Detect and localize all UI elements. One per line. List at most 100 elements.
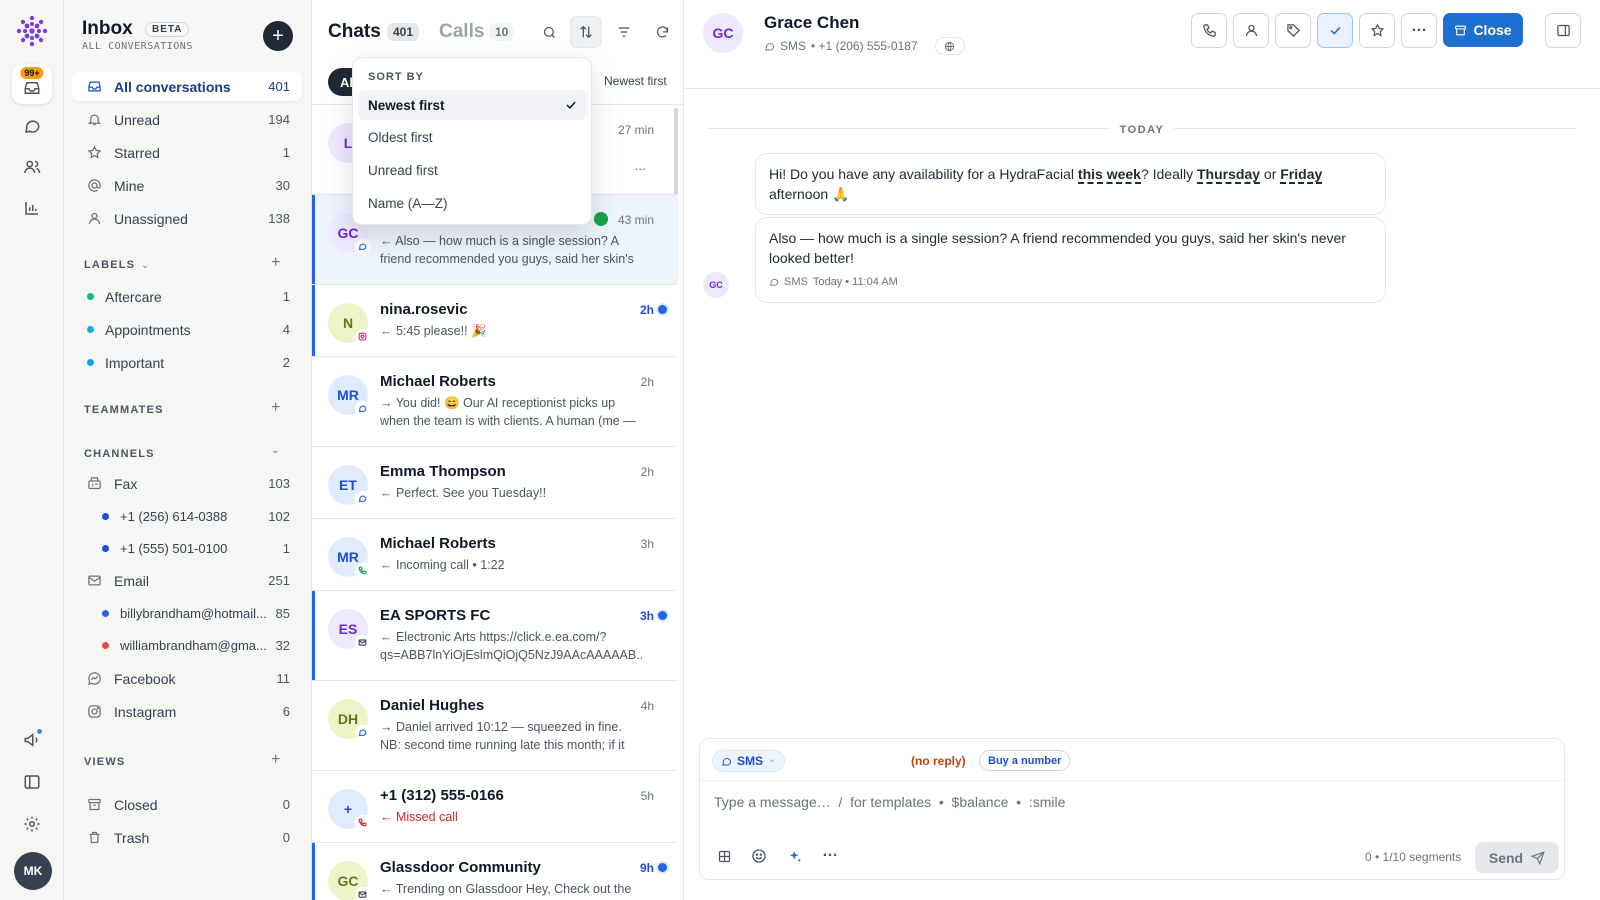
label-button[interactable] xyxy=(1275,13,1311,48)
sidebar-item-email-account[interactable]: williambrandham@gma... 32 xyxy=(72,631,302,660)
conversation-pane: GC Grace Chen SMS • +1 (206) 555-0187 … … xyxy=(684,0,1600,900)
more-tools-button[interactable]: … xyxy=(816,842,844,870)
rail-chats-button[interactable] xyxy=(12,106,52,146)
rail-reports-button[interactable] xyxy=(12,188,52,228)
toggle-details-panel-button[interactable] xyxy=(1545,13,1581,48)
mail-icon xyxy=(355,887,370,900)
sidebar-item-fax-number[interactable]: +1 (256) 614-0388 102 xyxy=(72,502,302,531)
sidebar-item-fax[interactable]: Fax 103 xyxy=(72,469,302,498)
channel-selector[interactable]: SMS ⌄ xyxy=(712,750,786,772)
labels-section-header[interactable]: LABELS ⌄ xyxy=(84,259,150,271)
assign-button[interactable] xyxy=(1233,13,1269,48)
sidebar-item-label-important[interactable]: Important 2 xyxy=(72,348,302,377)
filter-button[interactable] xyxy=(608,16,640,48)
conversation-time: 3h xyxy=(640,537,654,551)
channels-section-header[interactable]: CHANNELS xyxy=(84,448,155,460)
more-options-button[interactable]: … xyxy=(1401,13,1437,48)
sidebar-item-closed[interactable]: Closed 0 xyxy=(72,790,302,819)
conversation-item[interactable]: N nina.rosevic 2h ← 5:45 please!! 🎉 xyxy=(312,285,678,357)
tab-calls[interactable]: Calls xyxy=(439,21,484,43)
rail-inbox-button[interactable]: 99+ xyxy=(12,64,52,104)
send-button[interactable]: Send xyxy=(1475,842,1559,873)
sidebar-item-instagram[interactable]: Instagram 6 xyxy=(72,697,302,726)
call-button[interactable] xyxy=(1191,13,1227,48)
conversation-item[interactable]: MR Michael Roberts 2h → You did! 😄 Our A… xyxy=(312,357,678,447)
sidebar-item-label-appointments[interactable]: Appointments 4 xyxy=(72,315,302,344)
rail-announcements-button[interactable] xyxy=(12,720,52,760)
contact-name: Emma Thompson xyxy=(380,463,506,480)
sidebar-item-all-conversations[interactable]: All conversations 401 xyxy=(72,72,302,101)
date-highlight[interactable]: Friday xyxy=(1280,166,1323,184)
sidebar-item-unassigned[interactable]: Unassigned 138 xyxy=(72,204,302,233)
sidebar-item-starred[interactable]: Starred 1 xyxy=(72,138,302,167)
conversation-time: 27 min xyxy=(617,123,654,137)
avatar[interactable]: GC xyxy=(703,13,743,53)
conversation-item[interactable]: ET Emma Thompson 2h ← Perfect. See you T… xyxy=(312,447,678,519)
contact-name[interactable]: Grace Chen xyxy=(764,13,859,33)
phone-icon xyxy=(1202,24,1216,37)
search-button[interactable] xyxy=(533,16,565,48)
add-teammate-button[interactable]: + xyxy=(271,399,280,417)
conversation-item[interactable]: MR Michael Roberts 3h ← Incoming call • … xyxy=(312,519,678,591)
chats-count-badge: 401 xyxy=(387,23,420,41)
refresh-button[interactable] xyxy=(646,16,678,48)
sidebar-item-label-aftercare[interactable]: Aftercare 1 xyxy=(72,282,302,311)
user-avatar[interactable]: MK xyxy=(14,852,52,890)
sort-option-unread[interactable]: Unread first xyxy=(358,155,588,185)
message-bubble[interactable]: Hi! Do you have any availability for a H… xyxy=(755,153,1386,215)
date-highlight[interactable]: Thursday xyxy=(1197,166,1261,184)
archive-icon xyxy=(1455,25,1467,35)
teammates-section-header[interactable]: TEAMMATES xyxy=(84,404,164,416)
sidebar-subtitle: ALL CONVERSATIONS xyxy=(82,41,193,52)
rail-sidebar-toggle[interactable] xyxy=(12,762,52,802)
sort-option-newest[interactable]: Newest first xyxy=(358,90,588,120)
close-conversation-button[interactable]: Close xyxy=(1443,13,1523,47)
sort-option-oldest[interactable]: Oldest first xyxy=(358,122,588,152)
conversation-item[interactable]: GC Glassdoor Community 9h ← Trending on … xyxy=(312,843,678,900)
current-sort-label[interactable]: Newest first xyxy=(604,74,667,88)
sidebar-item-trash[interactable]: Trash 0 xyxy=(72,823,302,852)
globe-icon[interactable] xyxy=(934,37,965,55)
sort-option-name[interactable]: Name (A—Z) xyxy=(358,188,588,218)
sidebar-item-email-account[interactable]: billybrandham@hotmail... 85 xyxy=(72,599,302,628)
sidebar-item-unread[interactable]: Unread 194 xyxy=(72,105,302,134)
star-icon xyxy=(1370,23,1384,37)
conversation-time: 4h xyxy=(640,699,654,713)
tab-chats[interactable]: Chats xyxy=(328,21,381,43)
sidebar-item-fax-number[interactable]: +1 (555) 501-0100 1 xyxy=(72,534,302,563)
contact-name: Michael Roberts xyxy=(380,535,496,552)
sidebar-item-facebook[interactable]: Facebook 11 xyxy=(72,664,302,693)
star-button[interactable] xyxy=(1359,13,1395,48)
sparkle-icon xyxy=(789,850,801,862)
star-icon xyxy=(86,145,102,161)
mark-done-button[interactable] xyxy=(1317,13,1353,48)
buy-number-button[interactable]: Buy a number xyxy=(979,750,1071,771)
templates-button[interactable] xyxy=(710,842,738,870)
conversation-item[interactable]: + +1 (312) 555-0166 5h ← Missed call xyxy=(312,771,678,843)
sidebar-icon xyxy=(24,775,40,789)
message-input[interactable] xyxy=(714,789,1414,815)
date-highlight[interactable]: this week xyxy=(1077,166,1141,184)
channel-label: SMS xyxy=(780,39,807,53)
conversation-item[interactable]: DH Daniel Hughes 4h → Daniel arrived 10:… xyxy=(312,681,678,771)
new-conversation-button[interactable]: + xyxy=(263,21,293,51)
add-label-button[interactable]: + xyxy=(271,254,280,272)
add-view-button[interactable]: + xyxy=(271,751,280,769)
emoji-button[interactable] xyxy=(745,842,773,870)
rail-contacts-button[interactable] xyxy=(12,147,52,187)
messenger-icon xyxy=(86,671,102,687)
views-section-header[interactable]: VIEWS xyxy=(84,756,125,768)
message-composer: SMS ⌄ (no reply) Buy a number … 0 • 1/10… xyxy=(699,738,1566,880)
ai-assist-button[interactable] xyxy=(781,842,809,870)
rail-settings-button[interactable] xyxy=(12,804,52,844)
chevron-down-icon[interactable]: ⌄ xyxy=(271,445,279,456)
sort-button[interactable] xyxy=(570,16,602,48)
sidebar-item-email[interactable]: Email 251 xyxy=(72,566,302,595)
message-bubble[interactable]: Also — how much is a single session? A f… xyxy=(755,217,1386,303)
contact-name: +1 (312) 555-0166 xyxy=(380,787,504,804)
smiley-icon xyxy=(752,849,766,863)
brand-logo-icon[interactable] xyxy=(15,14,49,48)
conversation-item[interactable]: ES EA SPORTS FC 3h ← Electronic Arts htt… xyxy=(312,591,678,681)
inbox-icon xyxy=(86,79,102,95)
sidebar-item-mine[interactable]: Mine 30 xyxy=(72,171,302,200)
